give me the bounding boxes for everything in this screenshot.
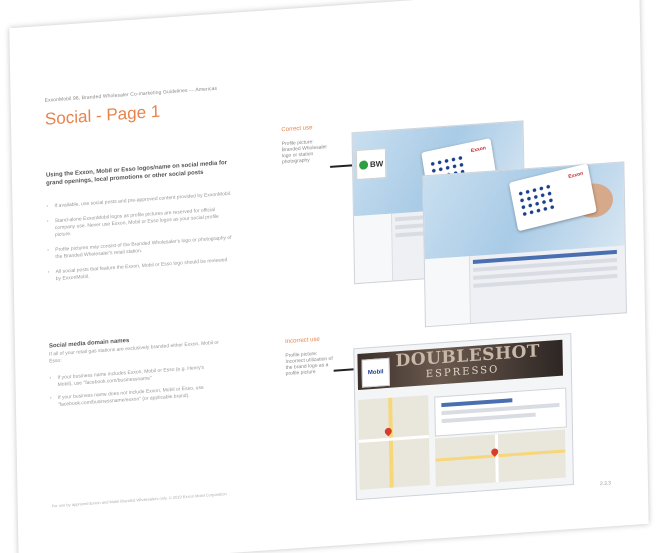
incorrect-use-label: Incorrect use — [285, 336, 320, 346]
callout-line — [330, 164, 355, 168]
list-item: Stand-alone ExxonMobil logos as profile … — [47, 206, 232, 240]
correct-use-label: Correct use — [281, 125, 313, 134]
card-brand: Exxon — [567, 170, 584, 181]
page-number: 2.3.3 — [599, 480, 612, 488]
logo-dot-icon — [358, 159, 368, 170]
card-pattern — [516, 182, 556, 219]
list-item: If your business name does not include E… — [50, 384, 210, 409]
card-brand: Exxon — [470, 145, 487, 155]
incorrect-use-note: Profile picture: Incorrect utilization o… — [285, 350, 333, 378]
list-item: All social posts that feature the Exxon,… — [48, 257, 233, 284]
mobil-logo-avatar: Mobil — [361, 357, 390, 388]
page-stage: ExxonMobil 96, Branded Wholesaler Co-mar… — [0, 0, 656, 553]
sidebar — [353, 213, 394, 284]
guidelines-list: If available, use social posts and pre-a… — [46, 191, 233, 292]
feed — [472, 249, 618, 317]
intro-heading: Using the Exxon, Mobil or Esso logos/nam… — [45, 160, 228, 187]
map-image — [358, 395, 430, 490]
document-page: ExxonMobil 96, Branded Wholesaler Co-mar… — [9, 0, 649, 553]
avatar: BW — [355, 148, 387, 181]
domain-names-list: If your business name includes Exxon, Mo… — [49, 364, 210, 415]
map-image — [434, 429, 566, 487]
sidebar — [424, 255, 471, 327]
page-title: Social - Page 1 — [44, 101, 161, 129]
bw-logo-text: BW — [369, 158, 384, 169]
correct-use-note: Profile picture: Branded Wholesaler logo… — [281, 139, 328, 166]
breadcrumb: ExxonMobil 96, Branded Wholesaler Co-mar… — [44, 85, 218, 104]
footer-text: For use by approved Exxon and Mobil Bran… — [51, 491, 227, 509]
